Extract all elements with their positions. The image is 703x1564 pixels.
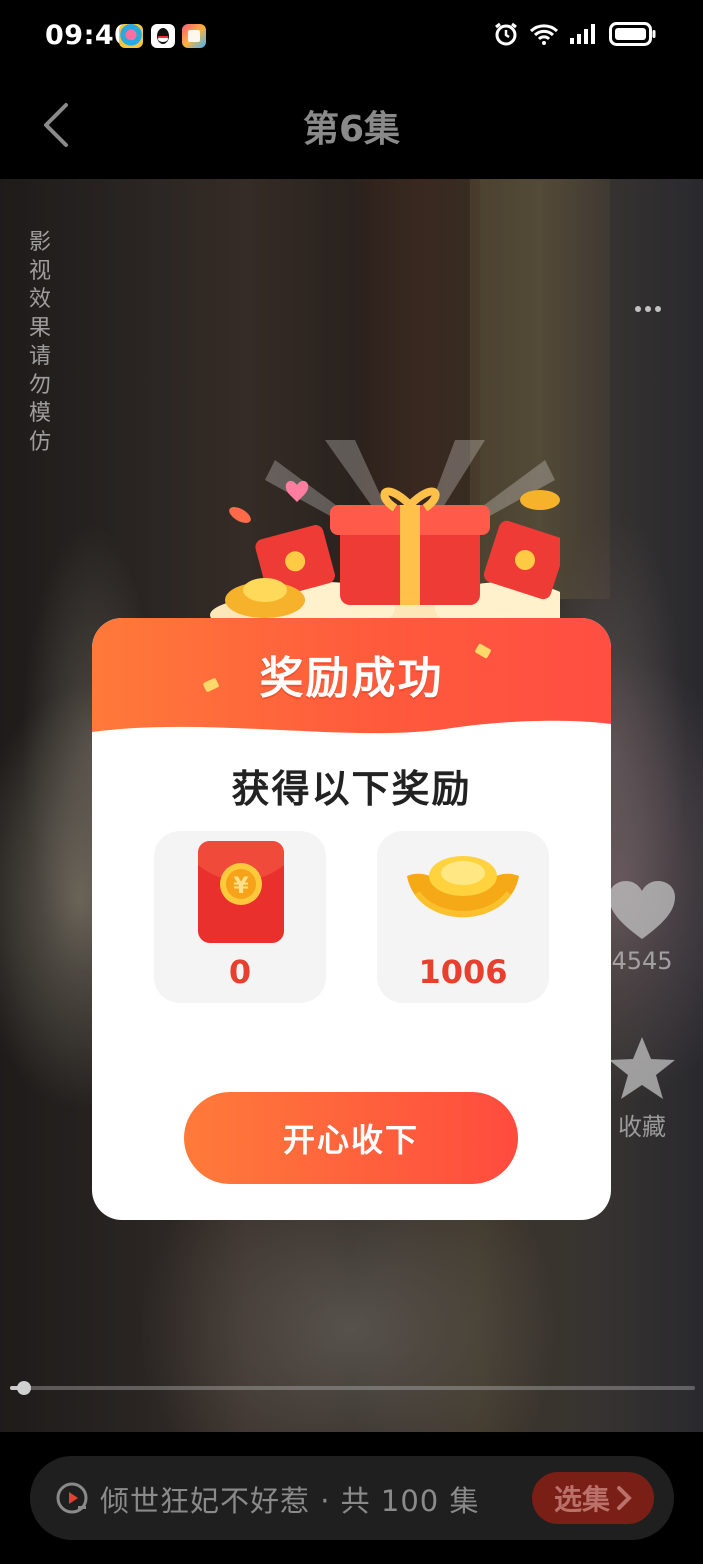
qq-icon [151, 24, 175, 48]
chevron-right-icon [617, 1486, 632, 1510]
heart-icon [609, 881, 675, 939]
red-envelope-icon: ¥ [198, 841, 284, 943]
disclaimer-text: 影视效果请勿模仿 [28, 230, 51, 455]
bottom-bar: 倾世狂妃不好惹 · 共 100 集 选集 [0, 1432, 703, 1564]
gift-burst-illustration [210, 440, 560, 640]
star-icon [609, 1037, 675, 1099]
video-progress-thumb[interactable] [16, 1381, 31, 1395]
select-episodes-label: 选集 [553, 1483, 610, 1516]
accept-reward-button[interactable]: 开心收下 [184, 1092, 518, 1184]
header-wave [92, 720, 611, 754]
signal-icon [569, 22, 599, 50]
like-button[interactable]: 4545 [602, 879, 682, 975]
play-history-icon [56, 1482, 88, 1514]
reward-value-gold-ingot: 1006 [418, 953, 508, 991]
episode-title: 第6集 [302, 109, 401, 150]
reward-dialog: 奖励成功 获得以下奖励 ¥ 0 1006 开心收下 [92, 618, 611, 1220]
collect-label: 收藏 [618, 1113, 666, 1141]
more-dots-icon [635, 306, 641, 312]
video-progress-track[interactable] [10, 1386, 695, 1390]
like-count: 4545 [611, 947, 673, 975]
game-app-icon [119, 24, 143, 48]
reward-value-red-envelope: 0 [228, 953, 252, 991]
collect-button[interactable]: 收藏 [602, 1035, 682, 1142]
dialog-title: 奖励成功 [259, 653, 444, 704]
select-episodes-button[interactable]: 选集 [532, 1472, 654, 1524]
battery-icon [609, 21, 657, 51]
wifi-icon [529, 22, 559, 50]
header: 第6集 [0, 72, 703, 179]
accept-reward-label: 开心收下 [282, 1121, 419, 1159]
more-button[interactable] [628, 299, 668, 319]
status-bar: 09:40 [0, 0, 703, 72]
series-title: 倾世狂妃不好惹 · 共 100 集 [100, 1484, 480, 1518]
alarm-icon [493, 21, 519, 51]
svg-text:¥: ¥ [233, 874, 249, 899]
store-app-icon [182, 24, 206, 48]
series-bar[interactable]: 倾世狂妃不好惹 · 共 100 集 选集 [30, 1456, 674, 1540]
gold-ingot-icon [407, 856, 519, 918]
reward-card-red-envelope: ¥ 0 [154, 831, 326, 1003]
reward-card-gold-ingot: 1006 [377, 831, 549, 1003]
dialog-subtitle: 获得以下奖励 [231, 767, 472, 811]
